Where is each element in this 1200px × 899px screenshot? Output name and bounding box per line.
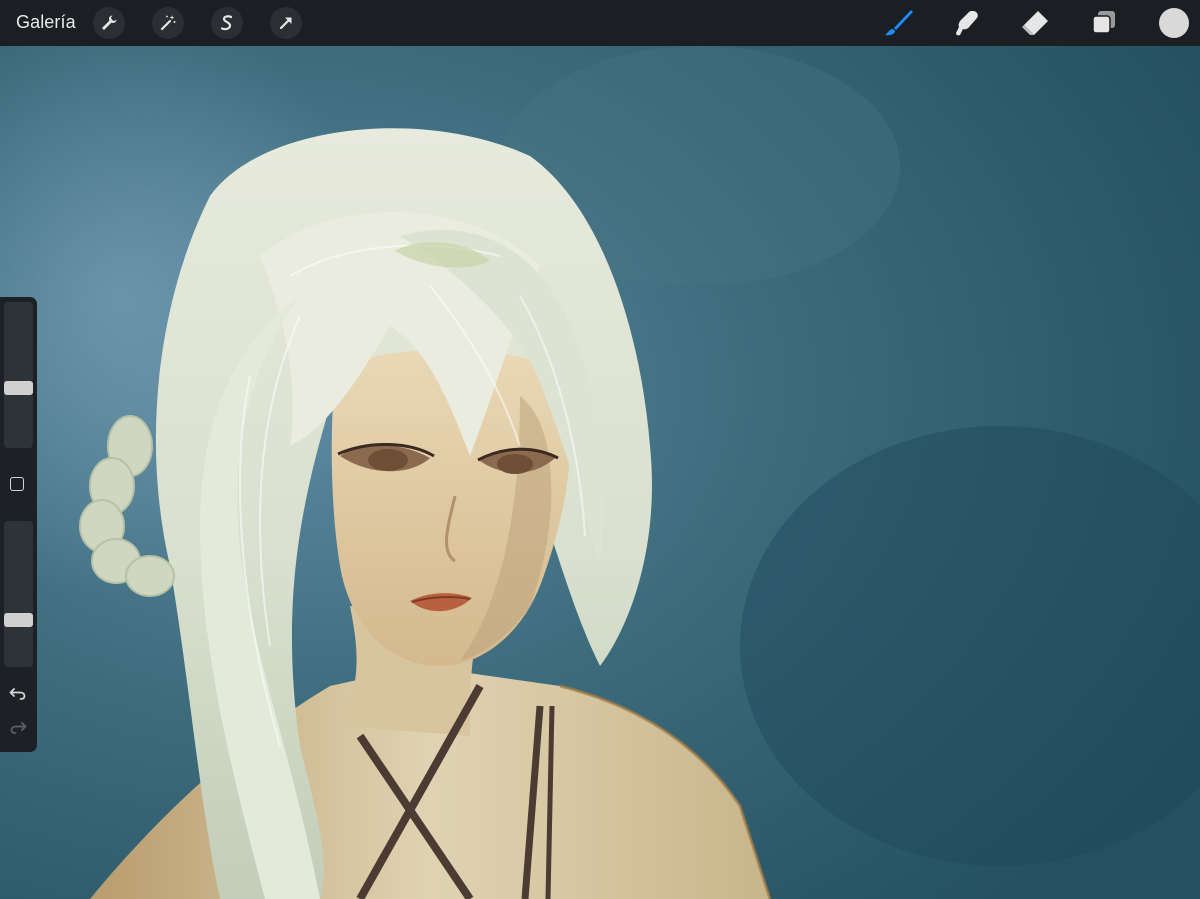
brush-icon <box>885 10 913 36</box>
toolbar: Galería <box>0 0 1200 46</box>
eraser-icon <box>1022 11 1048 35</box>
smudge-icon <box>956 11 978 36</box>
undo-icon[interactable] <box>8 683 28 703</box>
opacity-slider[interactable] <box>4 521 33 667</box>
wrench-icon <box>102 15 117 30</box>
eraser-button[interactable] <box>1018 6 1052 40</box>
adjustments-button[interactable] <box>152 7 184 39</box>
modify-button[interactable] <box>10 477 24 491</box>
transform-arrow-icon <box>279 17 292 30</box>
opacity-knob[interactable] <box>4 613 33 627</box>
magic-wand-icon <box>160 15 176 31</box>
actions-button[interactable] <box>93 7 125 39</box>
color-picker-button[interactable] <box>1159 8 1189 38</box>
brush-button[interactable] <box>882 6 916 40</box>
canvas[interactable] <box>0 46 1200 899</box>
brush-size-slider[interactable] <box>4 302 33 448</box>
gallery-button[interactable]: Galería <box>16 12 76 33</box>
redo-icon[interactable] <box>8 717 28 737</box>
brush-size-knob[interactable] <box>4 381 33 395</box>
artwork-painting <box>0 46 1200 899</box>
selection-button[interactable] <box>211 7 243 39</box>
layers-icon <box>1092 11 1115 34</box>
selection-icon <box>220 15 233 31</box>
transform-button[interactable] <box>270 7 302 39</box>
sidebar <box>0 297 37 752</box>
smudge-button[interactable] <box>949 6 983 40</box>
layers-button[interactable] <box>1087 6 1121 40</box>
